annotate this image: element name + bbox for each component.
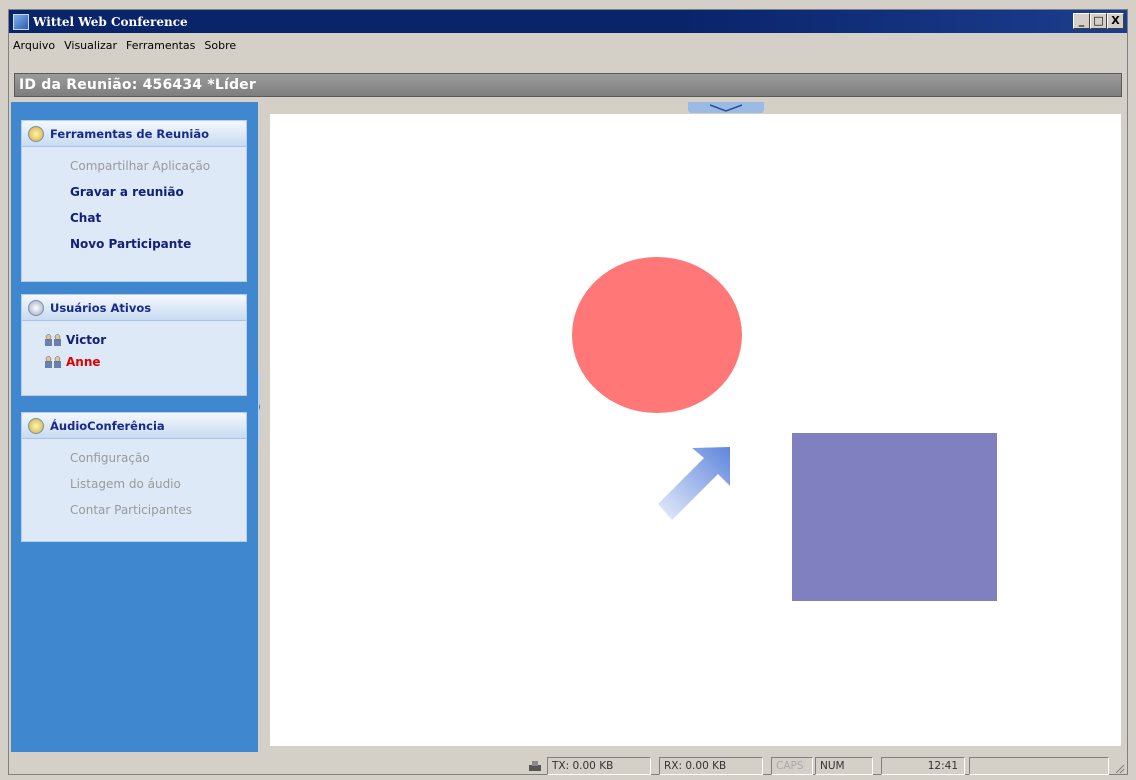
active-users-header[interactable]: Usuários Ativos (22, 295, 246, 321)
ellipse-shape[interactable] (572, 257, 742, 413)
app-window: Wittel Web Conference _ □ X Arquivo Visu… (8, 9, 1128, 775)
status-empty-pane (969, 757, 1109, 775)
top-panel-toggle[interactable] (688, 102, 764, 113)
arrow-shape[interactable] (658, 447, 730, 520)
user-icon (45, 334, 61, 346)
active-users-panel: Usuários Ativos Victor Anne (21, 294, 247, 396)
menu-visualizar[interactable]: Visualizar (64, 39, 117, 52)
title-bar[interactable]: Wittel Web Conference _ □ X (9, 10, 1127, 33)
resize-grip[interactable] (1113, 762, 1125, 774)
menu-ferramentas[interactable]: Ferramentas (126, 39, 195, 52)
meeting-tools-title: Ferramentas de Reunião (50, 126, 210, 141)
audio-conference-header[interactable]: ÁudioConferência (22, 413, 246, 439)
audio-conference-panel: ÁudioConferência Configuração Listagem d… (21, 412, 247, 542)
num-indicator: NUM (815, 757, 873, 775)
meeting-tools-header[interactable]: Ferramentas de Reunião (22, 121, 246, 147)
menu-arquivo[interactable]: Arquivo (13, 39, 55, 52)
audio-conference-title: ÁudioConferência (50, 418, 165, 433)
status-bar: TX: 0.00 KB RX: 0.00 KB CAPS NUM 12:41 (9, 754, 1127, 776)
audio-settings-item: Configuração (70, 451, 150, 465)
share-application-item: Compartilhar Aplicação (70, 159, 211, 173)
sidebar: Ferramentas de Reunião Compartilhar Apli… (11, 102, 258, 752)
network-icon (529, 761, 541, 771)
close-button[interactable]: X (1107, 13, 1124, 29)
rx-counter: RX: 0.00 KB (659, 757, 763, 775)
user-icon (45, 356, 61, 368)
menu-bar: Arquivo Visualizar Ferramentas Sobre (9, 34, 1127, 56)
count-participants-item: Contar Participantes (70, 503, 193, 517)
whiteboard-drawing (572, 257, 997, 601)
audio-icon (28, 417, 44, 434)
maximize-button[interactable]: □ (1090, 13, 1107, 29)
whiteboard-area (260, 102, 1127, 752)
user-name: Victor (66, 333, 107, 347)
app-logo-icon (13, 13, 29, 30)
audio-listing-item: Listagem do áudio (70, 477, 181, 491)
record-meeting-item[interactable]: Gravar a reunião (22, 179, 246, 205)
meeting-id-bar: ID da Reunião: 456434 *Líder (14, 73, 1122, 97)
tx-counter: TX: 0.00 KB (547, 757, 651, 775)
whiteboard-canvas[interactable] (270, 114, 1121, 746)
users-icon (28, 299, 44, 316)
menu-sobre[interactable]: Sobre (204, 39, 236, 52)
rectangle-shape[interactable] (792, 433, 997, 601)
user-item-anne[interactable]: Anne (22, 351, 246, 373)
window-title: Wittel Web Conference (33, 14, 188, 29)
meeting-tools-icon (28, 125, 44, 142)
minimize-button[interactable]: _ (1073, 13, 1090, 29)
user-name: Anne (66, 355, 101, 369)
meeting-tools-panel: Ferramentas de Reunião Compartilhar Apli… (21, 120, 247, 282)
user-item-victor[interactable]: Victor (22, 329, 246, 351)
active-users-title: Usuários Ativos (50, 300, 152, 315)
new-participant-item[interactable]: Novo Participante (22, 231, 246, 257)
clock: 12:41 (881, 757, 965, 775)
caps-indicator: CAPS (771, 757, 813, 775)
chat-item[interactable]: Chat (22, 205, 246, 231)
